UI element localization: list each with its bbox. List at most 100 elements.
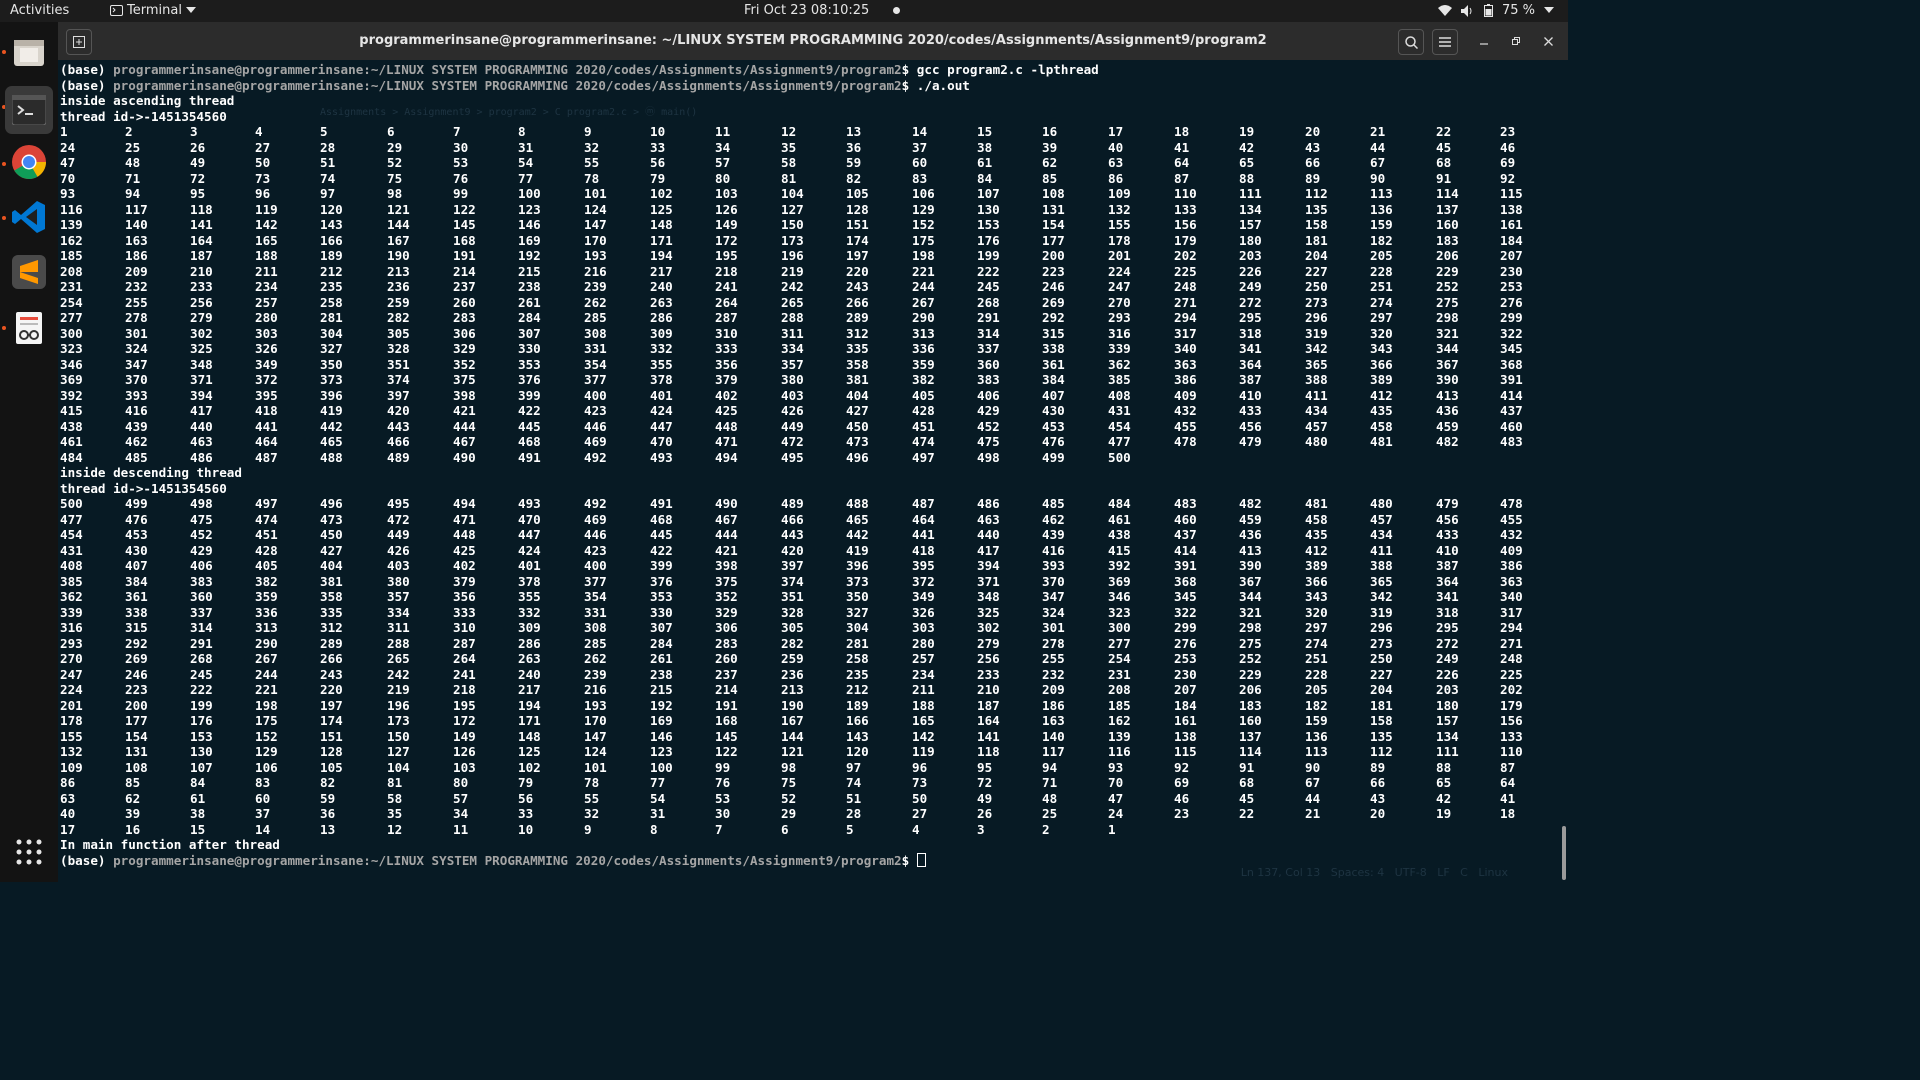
number-cell: 131 [1042, 201, 1065, 217]
show-applications-button[interactable] [9, 832, 49, 872]
number-cell: 384 [125, 573, 148, 589]
number-cell: 465 [320, 434, 343, 449]
number-cell: 368 [1500, 356, 1523, 372]
number-cell: 127 [387, 744, 410, 759]
number-cell: 134 [1239, 201, 1262, 217]
number-cell: 406 [190, 558, 213, 573]
number-cell: 46 [1174, 790, 1190, 806]
number-cell: 381 [846, 372, 869, 387]
terminal-dock-item[interactable] [5, 86, 53, 134]
number-cell: 172 [715, 232, 738, 248]
number-cell: 306 [715, 620, 738, 635]
number-cell: 256 [190, 294, 213, 310]
search-button[interactable] [1398, 29, 1424, 55]
number-cell: 219 [781, 263, 804, 279]
number-cell: 50 [255, 155, 271, 170]
window-titlebar[interactable]: programmerinsane@programmerinsane: ~/LIN… [58, 22, 1568, 60]
number-cell: 298 [1436, 310, 1459, 325]
clock[interactable]: Fri Oct 23 08:10:25 [744, 3, 869, 18]
number-cell: 47 [1108, 790, 1124, 806]
number-cell: 35 [387, 806, 403, 821]
number-cell: 208 [1108, 682, 1131, 697]
prompt-path: programmerinsane@programmerinsane:~/LINU… [113, 77, 902, 93]
number-cell: 357 [387, 589, 410, 604]
number-cell: 439 [125, 418, 148, 434]
maximize-button[interactable] [1504, 29, 1528, 53]
number-cell: 475 [190, 511, 213, 527]
number-cell: 396 [846, 558, 869, 573]
number-cell: 414 [1174, 542, 1197, 558]
number-cell: 416 [1042, 542, 1065, 558]
number-cell: 9 [584, 124, 592, 139]
number-cell: 329 [715, 604, 738, 620]
number-cell: 98 [387, 186, 403, 201]
number-cell: 82 [320, 775, 336, 790]
number-cell: 488 [320, 449, 343, 465]
number-cell: 457 [1370, 511, 1393, 527]
terminal-view[interactable]: Assignments > Assignment9 > program2 > C… [58, 60, 1568, 882]
chrome-dock-item[interactable] [9, 142, 49, 182]
number-cell: 371 [190, 372, 213, 387]
number-cell: 194 [518, 697, 541, 713]
number-cell: 431 [1108, 403, 1131, 418]
number-cell: 464 [912, 511, 935, 527]
number-cell: 313 [255, 620, 278, 635]
number-cell: 236 [387, 279, 410, 294]
number-cell: 442 [320, 418, 343, 434]
menu-button[interactable] [1432, 29, 1458, 55]
conda-env-label: (base) [60, 62, 114, 77]
number-cell: 91 [1239, 759, 1255, 775]
number-cell: 377 [584, 372, 607, 387]
number-cell: 353 [650, 589, 673, 604]
sublime-dock-item[interactable] [9, 252, 49, 292]
number-cell: 274 [1370, 294, 1393, 310]
activities-button[interactable]: Activities [10, 3, 69, 18]
number-cell: 20 [1305, 124, 1321, 139]
close-button[interactable] [1536, 29, 1560, 53]
folder-icon [14, 40, 44, 66]
system-tray[interactable]: 75 % [1437, 3, 1554, 18]
vscode-dock-item[interactable] [9, 197, 49, 237]
number-cell: 472 [387, 511, 410, 527]
number-cell: 157 [1436, 713, 1459, 728]
number-cell: 494 [453, 496, 476, 511]
app-menu[interactable]: Terminal [110, 3, 196, 18]
number-cell: 398 [453, 387, 476, 403]
number-cell: 379 [715, 372, 738, 387]
number-cell: 198 [255, 697, 278, 713]
number-cell: 364 [1436, 573, 1459, 589]
number-cell: 448 [453, 527, 476, 542]
minimize-button[interactable] [1472, 29, 1496, 53]
number-cell: 215 [518, 263, 541, 279]
files-dock-item[interactable] [9, 32, 49, 72]
number-cell: 193 [584, 697, 607, 713]
number-cell: 311 [387, 620, 410, 635]
number-cell: 362 [1108, 356, 1131, 372]
number-cell: 415 [1108, 542, 1131, 558]
number-cell: 363 [1500, 573, 1523, 589]
number-cell: 392 [1108, 558, 1131, 573]
document-viewer-dock-item[interactable] [9, 308, 49, 348]
number-cell: 174 [320, 713, 343, 728]
number-cell: 340 [1174, 341, 1197, 356]
number-cell: 371 [977, 573, 1000, 589]
number-cell: 253 [1174, 651, 1197, 666]
number-cell: 191 [715, 697, 738, 713]
top-bar: Activities Terminal Fri Oct 23 08:10:25 … [0, 0, 1568, 22]
scrollbar[interactable] [1562, 826, 1566, 880]
number-cell: 181 [1370, 697, 1393, 713]
number-cell: 332 [650, 341, 673, 356]
number-cell: 124 [584, 744, 607, 759]
number-cell: 74 [846, 775, 862, 790]
hamburger-icon [1439, 37, 1451, 47]
number-cell: 177 [1042, 232, 1065, 248]
number-cell: 159 [1305, 713, 1328, 728]
number-cell: 90 [1370, 170, 1386, 186]
number-cell: 350 [320, 356, 343, 372]
number-cell: 72 [190, 170, 206, 186]
number-cell: 439 [1042, 527, 1065, 542]
number-cell: 83 [912, 170, 928, 186]
number-cell: 66 [1370, 775, 1386, 790]
number-cell: 130 [977, 201, 1000, 217]
number-cell: 358 [320, 589, 343, 604]
